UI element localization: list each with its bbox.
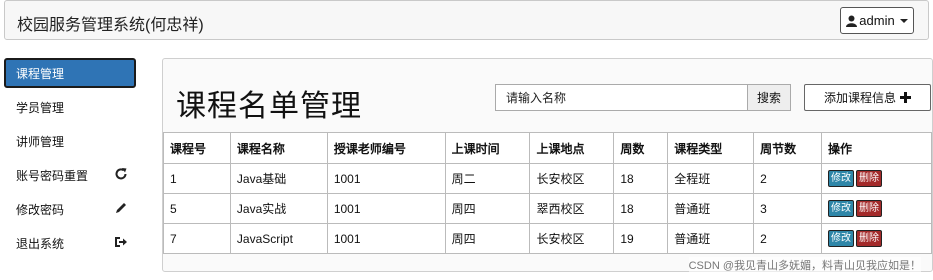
table-cell: 18 <box>613 163 669 194</box>
refresh-icon <box>115 168 127 180</box>
delete-button[interactable]: 删除 <box>856 170 883 187</box>
user-menu-button[interactable]: admin <box>840 7 914 34</box>
table-cell: 1001 <box>326 163 446 194</box>
delete-button[interactable]: 删除 <box>856 230 883 247</box>
table-cell: 周四 <box>444 223 531 254</box>
table-cell: Java基础 <box>229 163 328 194</box>
sidebar-item-change-password[interactable]: 修改密码 <box>4 192 136 226</box>
sidebar: 课程管理 学员管理 讲师管理 账号密码重置 修改密码 退出系统 <box>4 58 136 260</box>
watermark: CSDN @我见青山多妩媚，料青山见我应如是！ <box>688 257 921 273</box>
table-cell: 普通班 <box>667 193 755 224</box>
column-header: 操作 <box>821 132 932 164</box>
add-course-label: 添加课程信息 <box>823 91 896 105</box>
table-cell: 18 <box>613 193 669 224</box>
column-header: 授课老师编号 <box>326 132 446 164</box>
page-title: 课程名单管理 <box>176 90 362 123</box>
actions-cell: 修改 删除 <box>821 193 932 224</box>
delete-button[interactable]: 删除 <box>856 200 883 217</box>
user-menu-label: admin <box>859 13 895 28</box>
table-row: 7 JavaScript 1001 周四 长安校区 19 普通班 2 修改 删除 <box>163 223 932 254</box>
plus-icon <box>900 92 911 103</box>
actions-cell: 修改 删除 <box>821 223 932 254</box>
table-cell: 周二 <box>444 163 531 194</box>
table-cell: 普通班 <box>667 223 755 254</box>
column-header: 课程名称 <box>229 132 328 164</box>
table-cell: 7 <box>163 223 231 254</box>
table-cell: Java实战 <box>229 193 328 224</box>
logout-icon <box>115 237 127 247</box>
pencil-icon <box>116 203 126 213</box>
edit-button[interactable]: 修改 <box>828 170 855 187</box>
edit-button[interactable]: 修改 <box>828 230 855 247</box>
table-cell: 翠西校区 <box>529 193 615 224</box>
sidebar-item-label: 讲师管理 <box>16 134 65 149</box>
table-cell: JavaScript <box>229 223 328 254</box>
sidebar-item-label: 退出系统 <box>16 236 65 251</box>
app-brand[interactable]: 校园服务管理系统(何忠祥) <box>17 11 204 35</box>
table-cell: 1001 <box>326 193 446 224</box>
search-button[interactable]: 搜索 <box>747 84 791 111</box>
table-cell: 19 <box>613 223 669 254</box>
table-cell: 5 <box>163 193 231 224</box>
chevron-down-icon <box>899 18 908 23</box>
table-cell: 长安校区 <box>529 163 615 194</box>
table-cell: 长安校区 <box>529 223 615 254</box>
sidebar-item-course-management[interactable]: 课程管理 <box>4 58 136 88</box>
actions-cell: 修改 删除 <box>821 163 932 194</box>
table-cell: 2 <box>753 223 823 254</box>
sidebar-item-reset-password[interactable]: 账号密码重置 <box>4 158 136 192</box>
sidebar-item-student-management[interactable]: 学员管理 <box>4 90 136 124</box>
sidebar-item-label: 账号密码重置 <box>16 168 89 183</box>
sidebar-item-label: 学员管理 <box>16 100 65 115</box>
column-header: 课程号 <box>163 132 231 164</box>
table-row: 5 Java实战 1001 周四 翠西校区 18 普通班 3 修改 删除 <box>163 193 932 224</box>
user-icon <box>846 15 858 27</box>
table-cell: 1001 <box>326 223 446 254</box>
table-row: 1 Java基础 1001 周二 长安校区 18 全程班 2 修改 删除 <box>163 163 932 194</box>
sidebar-item-label: 课程管理 <box>16 66 65 81</box>
table-cell: 3 <box>753 193 823 224</box>
table-cell: 2 <box>753 163 823 194</box>
sidebar-item-logout[interactable]: 退出系统 <box>4 226 136 260</box>
table-cell: 周四 <box>444 193 531 224</box>
column-header: 周节数 <box>753 132 823 164</box>
top-navbar: 校园服务管理系统(何忠祥) admin <box>4 0 929 40</box>
column-header: 上课时间 <box>444 132 531 164</box>
add-course-button[interactable]: 添加课程信息 <box>804 84 931 111</box>
column-header: 上课地点 <box>529 132 615 164</box>
sidebar-item-teacher-management[interactable]: 讲师管理 <box>4 124 136 158</box>
table-cell: 全程班 <box>667 163 755 194</box>
table-cell: 1 <box>163 163 231 194</box>
column-header: 课程类型 <box>667 132 755 164</box>
edit-button[interactable]: 修改 <box>828 200 855 217</box>
course-list-panel: 课程名单管理 搜索 添加课程信息 课程号 课程名称 授课老师编号 上课时间 上课… <box>162 58 933 272</box>
search-input[interactable] <box>495 84 748 111</box>
table-header-row: 课程号 课程名称 授课老师编号 上课时间 上课地点 周数 课程类型 周节数 操作 <box>163 132 932 164</box>
column-header: 周数 <box>613 132 669 164</box>
sidebar-item-label: 修改密码 <box>16 202 65 217</box>
course-table: 课程号 课程名称 授课老师编号 上课时间 上课地点 周数 课程类型 周节数 操作… <box>163 132 932 254</box>
